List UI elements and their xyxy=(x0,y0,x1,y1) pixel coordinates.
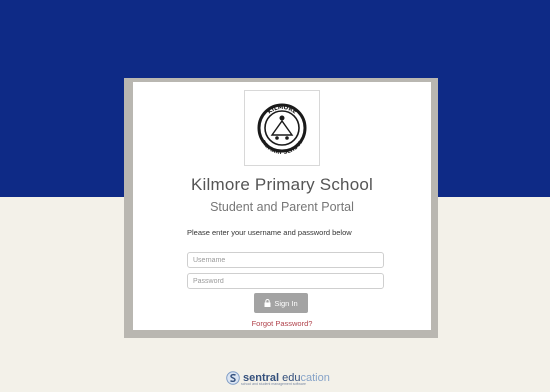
portal-name: Student and Parent Portal xyxy=(210,200,354,214)
sign-in-button[interactable]: Sign In xyxy=(254,293,308,313)
lock-icon xyxy=(264,299,271,307)
brand-tagline: school and student management software xyxy=(241,382,306,386)
forgot-password-link[interactable]: Forgot Password? xyxy=(133,319,431,328)
login-instruction: Please enter your username and password … xyxy=(187,228,352,237)
sign-in-label: Sign In xyxy=(274,298,298,308)
school-name: Kilmore Primary School xyxy=(190,175,373,194)
password-input[interactable] xyxy=(187,273,384,289)
school-crest-logo: KILMORE PRIMARY SCHOOL xyxy=(244,90,320,166)
school-crest-icon: KILMORE PRIMARY SCHOOL xyxy=(257,103,307,156)
login-card: KILMORE PRIMARY SCHOOL Kilmore Primary S… xyxy=(133,82,431,330)
username-input[interactable] xyxy=(187,252,384,268)
sentral-logo-icon xyxy=(226,371,240,385)
